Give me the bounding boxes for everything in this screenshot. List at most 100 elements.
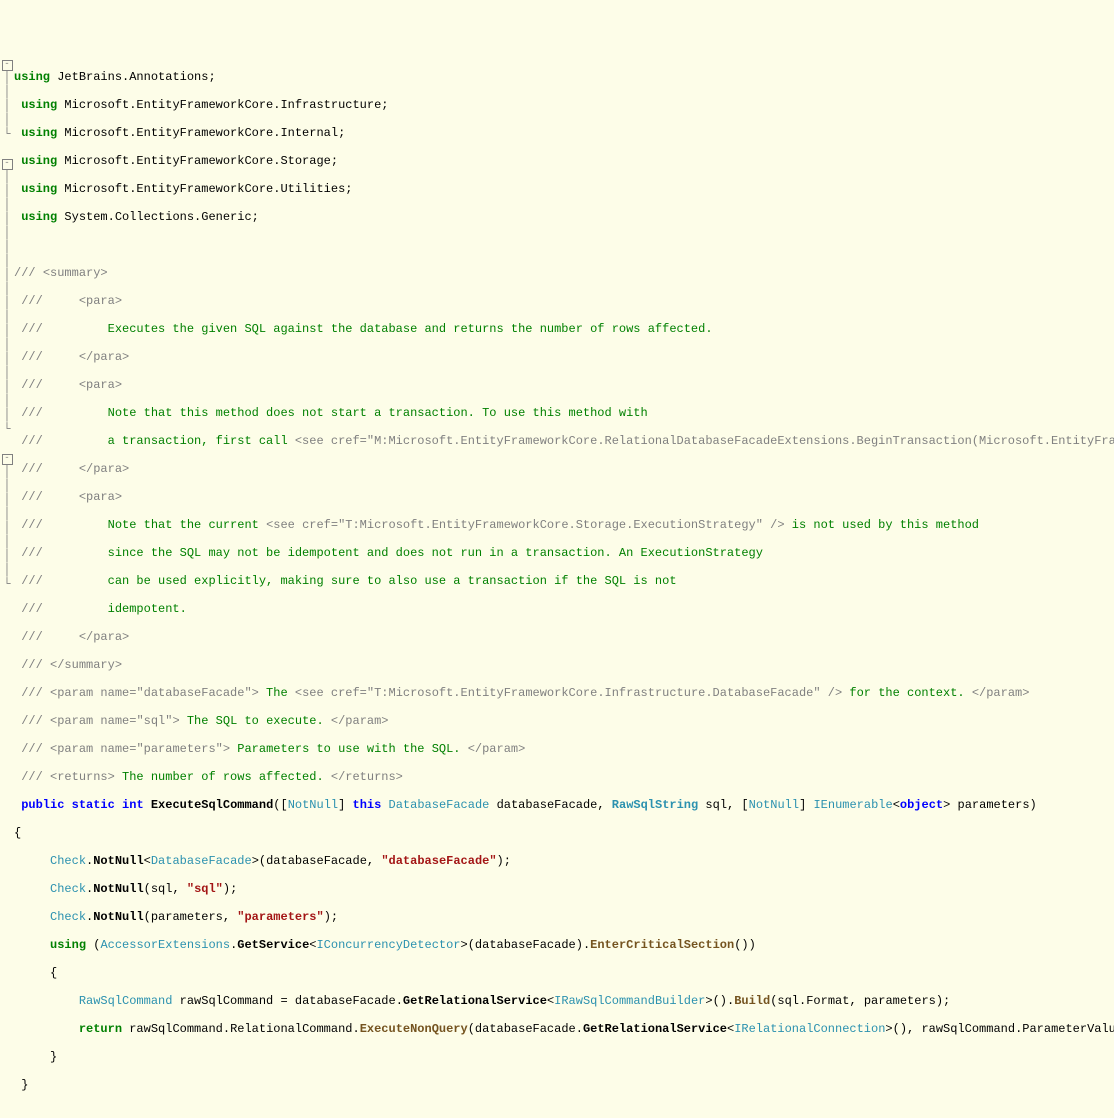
type-irawbuilder: IRawSqlCommandBuilder: [554, 994, 705, 1008]
doc-attr-value: "parameters": [136, 742, 222, 756]
method-notnull: NotNull: [93, 910, 143, 924]
code-line[interactable]: {: [14, 826, 1114, 840]
code-line[interactable]: /// idempotent.: [14, 602, 1114, 616]
method-getrelservice: GetRelationalService: [583, 1022, 727, 1036]
code-line[interactable]: /// since the SQL may not be idempotent …: [14, 546, 1114, 560]
code-line[interactable]: Check.NotNull(sql, "sql");: [14, 882, 1114, 896]
code-line[interactable]: using Microsoft.EntityFrameworkCore.Stor…: [14, 154, 1114, 168]
fold-line: │: [3, 226, 10, 240]
fold-line: │: [3, 408, 10, 422]
arg: sql: [777, 994, 799, 1008]
method-getrelservice: GetRelationalService: [403, 994, 547, 1008]
type-accessorext: AccessorExtensions: [100, 938, 230, 952]
doc-tag: <see cref=: [295, 434, 367, 448]
prop-paramvalues: ParameterValues: [1022, 1022, 1114, 1036]
doc-slash: ///: [21, 350, 43, 364]
fold-line: │: [3, 99, 10, 113]
doc-tag: />: [821, 686, 843, 700]
using-namespace: Microsoft.EntityFrameworkCore.Internal;: [64, 126, 345, 140]
fold-line: │: [3, 521, 10, 535]
doc-slash: ///: [21, 742, 43, 756]
code-line[interactable]: /// Note that the current <see cref="T:M…: [14, 518, 1114, 532]
code-line[interactable]: /// <returns> The number of rows affecte…: [14, 770, 1114, 784]
code-line[interactable]: public static int ExecuteSqlCommand([Not…: [14, 798, 1114, 812]
code-line[interactable]: }: [14, 1078, 1114, 1092]
kw-this: this: [353, 798, 382, 812]
type-dbfacade: DatabaseFacade: [389, 798, 490, 812]
param-name: parameters: [958, 798, 1030, 812]
code-line[interactable]: using JetBrains.Annotations;: [14, 70, 1114, 84]
doc-slash: ///: [21, 406, 43, 420]
fold-line: │: [3, 85, 10, 99]
code-line[interactable]: /// <summary>: [14, 266, 1114, 280]
doc-text: since the SQL may not be idempotent and …: [108, 546, 763, 560]
using-namespace: Microsoft.EntityFrameworkCore.Infrastruc…: [64, 98, 388, 112]
fold-line: │: [3, 324, 10, 338]
kw-using: using: [21, 154, 57, 168]
code-line[interactable]: }: [14, 1050, 1114, 1064]
code-line[interactable]: /// <param name="parameters"> Parameters…: [14, 742, 1114, 756]
type-rawsqlstring: RawSqlString: [612, 798, 698, 812]
method-notnull: NotNull: [93, 882, 143, 896]
code-line[interactable]: /// can be used explicitly, making sure …: [14, 574, 1114, 588]
code-line[interactable]: /// </summary>: [14, 658, 1114, 672]
code-line[interactable]: /// </para>: [14, 630, 1114, 644]
blank-line[interactable]: [14, 238, 1114, 252]
code-line[interactable]: {: [14, 966, 1114, 980]
fold-line: │: [3, 366, 10, 380]
doc-cref: "T:Microsoft.EntityFrameworkCore.Infrast…: [367, 686, 821, 700]
kw-using: using: [21, 126, 57, 140]
doc-slash: ///: [21, 294, 43, 308]
doc-slash: ///: [21, 490, 43, 504]
doc-text: a transaction, first call: [108, 434, 295, 448]
code-line[interactable]: /// a transaction, first call <see cref=…: [14, 434, 1114, 448]
code-line[interactable]: /// </para>: [14, 350, 1114, 364]
code-line[interactable]: using (AccessorExtensions.GetService<ICo…: [14, 938, 1114, 952]
code-editor[interactable]: - │ │ │ │ └ - │ │ │ │ │ │ │ │ │ │ │ │ │ …: [0, 56, 1114, 1106]
code-line[interactable]: /// <para>: [14, 294, 1114, 308]
code-line[interactable]: /// </para>: [14, 462, 1114, 476]
kw-object: object: [900, 798, 943, 812]
doc-text: The number of rows affected.: [115, 770, 331, 784]
fold-line: │: [3, 549, 10, 563]
doc-tag: <param name=: [50, 742, 136, 756]
code-line[interactable]: RawSqlCommand rawSqlCommand = databaseFa…: [14, 994, 1114, 1008]
fold-toggle-usings[interactable]: -: [2, 60, 13, 71]
code-line[interactable]: using Microsoft.EntityFrameworkCore.Infr…: [14, 98, 1114, 112]
code-line[interactable]: /// <para>: [14, 490, 1114, 504]
code-line[interactable]: using System.Collections.Generic;: [14, 210, 1114, 224]
doc-tag: </param>: [972, 686, 1030, 700]
code-line[interactable]: /// <para>: [14, 378, 1114, 392]
code-line[interactable]: /// <param name="databaseFacade"> The <s…: [14, 686, 1114, 700]
fold-line: │: [3, 198, 10, 212]
code-line[interactable]: using Microsoft.EntityFrameworkCore.Inte…: [14, 126, 1114, 140]
doc-slash: ///: [21, 462, 43, 476]
doc-text: Note that this method does not start a t…: [108, 406, 648, 420]
doc-text: is not used by this method: [785, 518, 979, 532]
code-line[interactable]: using Microsoft.EntityFrameworkCore.Util…: [14, 182, 1114, 196]
fold-toggle-doc[interactable]: -: [2, 159, 13, 170]
kw-using: using: [14, 70, 50, 84]
code-line[interactable]: return rawSqlCommand.RelationalCommand.E…: [14, 1022, 1114, 1036]
arg: databaseFacade: [266, 854, 367, 868]
code-line[interactable]: Check.NotNull<DatabaseFacade>(databaseFa…: [14, 854, 1114, 868]
doc-tag: <param name=: [50, 714, 136, 728]
method-entercrit: EnterCriticalSection: [590, 938, 734, 952]
doc-tag: </para>: [79, 630, 129, 644]
doc-tag: <para>: [79, 294, 122, 308]
fold-toggle-body[interactable]: -: [2, 454, 13, 465]
code-line[interactable]: /// Note that this method does not start…: [14, 406, 1114, 420]
kw-return: return: [79, 1022, 122, 1036]
doc-tag: <para>: [79, 490, 122, 504]
arg: parameters: [864, 994, 936, 1008]
code-line[interactable]: Check.NotNull(parameters, "parameters");: [14, 910, 1114, 924]
doc-slash: ///: [21, 770, 43, 784]
doc-slash: ///: [21, 378, 43, 392]
code-line[interactable]: /// <param name="sql"> The SQL to execut…: [14, 714, 1114, 728]
fold-line: │: [3, 380, 10, 394]
method-build: Build: [734, 994, 770, 1008]
doc-attr-value: "databaseFacade": [136, 686, 251, 700]
local-var: rawSqlCommand: [921, 1022, 1015, 1036]
code-line[interactable]: /// Executes the given SQL against the d…: [14, 322, 1114, 336]
code-area[interactable]: using JetBrains.Annotations; using Micro…: [14, 56, 1114, 1106]
